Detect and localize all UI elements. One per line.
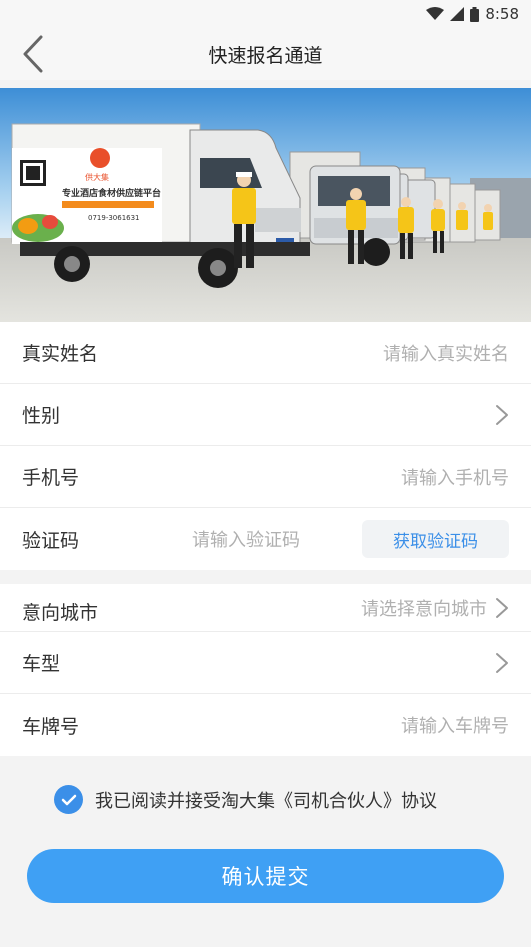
chevron-left-icon — [23, 35, 43, 73]
plate-label: 车牌号 — [22, 715, 80, 738]
truck-phone-text: 0719-3061631 — [88, 214, 140, 222]
gender-row[interactable]: 性别 — [0, 384, 531, 446]
signal-icon — [450, 7, 465, 21]
form-basic-info: 真实姓名 请输入真实姓名 性别 手机号 请输入手机号 验证码 请输入验证码 获取… — [0, 322, 531, 570]
agreement-checkbox[interactable] — [54, 785, 83, 814]
name-label: 真实姓名 — [22, 343, 99, 365]
chevron-right-icon — [496, 597, 508, 618]
name-input[interactable]: 请输入真实姓名 — [383, 340, 509, 366]
name-row[interactable]: 真实姓名 请输入真实姓名 — [0, 322, 531, 384]
back-button[interactable] — [22, 34, 54, 74]
phone-label: 手机号 — [22, 467, 80, 489]
form-vehicle-info: 意向城市 请选择意向城市 车型 车牌号 请输入车牌号 — [0, 584, 531, 756]
code-row: 验证码 请输入验证码 获取验证码 — [0, 508, 531, 570]
get-code-button[interactable]: 获取验证码 — [362, 520, 509, 558]
nav-bar: 快速报名通道 — [0, 28, 531, 80]
battery-icon — [470, 6, 480, 22]
city-label: 意向城市 — [22, 602, 99, 624]
truck-slogan-text: 专业酒店食材供应链平台 — [62, 187, 161, 199]
phone-row[interactable]: 手机号 请输入手机号 — [0, 446, 531, 508]
submit-button[interactable]: 确认提交 — [27, 849, 504, 903]
checkmark-icon — [61, 794, 76, 805]
car-type-label: 车型 — [22, 653, 61, 675]
code-label: 验证码 — [22, 529, 80, 552]
city-row[interactable]: 意向城市 请选择意向城市 — [0, 584, 531, 632]
agreement-text: 我已阅读并接受淘大集《司机合伙人》协议 — [95, 790, 437, 812]
truck-brand-text: 供大集 — [85, 172, 109, 182]
chevron-right-icon — [496, 404, 508, 425]
wifi-icon — [426, 7, 445, 20]
agreement-row[interactable]: 我已阅读并接受淘大集《司机合伙人》协议 — [54, 785, 437, 814]
code-input[interactable]: 请输入验证码 — [192, 526, 300, 552]
banner-image: 供大集 专业酒店食材供应链平台 0719-3061631 — [0, 88, 531, 322]
chevron-right-icon — [496, 652, 508, 673]
city-select[interactable]: 请选择意向城市 — [361, 595, 487, 621]
status-time: 8:58 — [485, 5, 519, 23]
gender-label: 性别 — [22, 405, 61, 427]
page-title: 快速报名通道 — [208, 44, 323, 67]
car-type-row[interactable]: 车型 — [0, 632, 531, 694]
phone-input[interactable]: 请输入手机号 — [401, 464, 509, 490]
plate-input[interactable]: 请输入车牌号 — [401, 712, 509, 738]
truck-fleet-photo: 供大集 专业酒店食材供应链平台 0719-3061631 — [0, 88, 531, 322]
plate-row[interactable]: 车牌号 请输入车牌号 — [0, 694, 531, 756]
status-bar: 8:58 — [0, 0, 531, 28]
